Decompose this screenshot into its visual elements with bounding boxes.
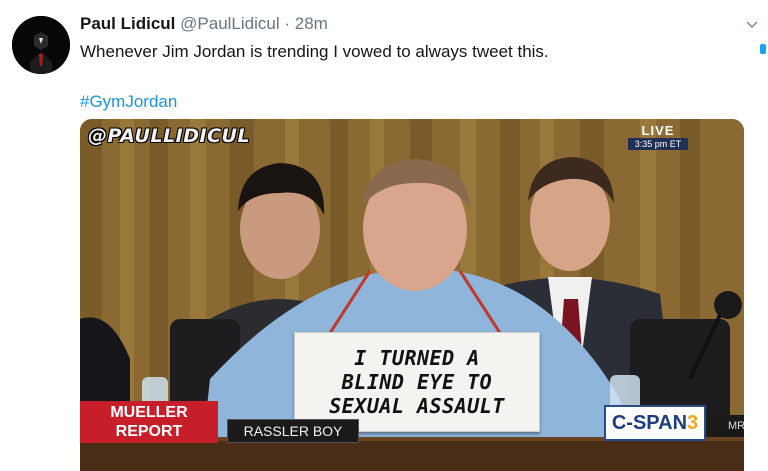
network-logo: C-SPAN 3	[604, 405, 706, 441]
tweet-timestamp[interactable]: 28m	[295, 14, 328, 33]
avatar-image	[12, 16, 70, 74]
live-label: LIVE	[641, 123, 675, 138]
avatar[interactable]	[12, 16, 70, 74]
protest-sign: I TURNED A BLIND EYE TO SEXUAL ASSAULT	[294, 332, 540, 432]
network-name: C-SPAN	[611, 411, 688, 434]
hashtag-link[interactable]: #GymJordan	[80, 92, 177, 112]
live-time: 3:35 pm ET	[628, 138, 688, 150]
tweet-header: Paul Lidicul @PaulLidicul · 28m	[80, 14, 328, 34]
scroll-indicator	[760, 44, 766, 54]
tweet[interactable]: Paul Lidicul @PaulLidicul · 28m Whenever…	[0, 0, 768, 471]
watermark: @PAULLIDICUL	[88, 125, 251, 147]
lower-third-banner: MUELLER REPORT	[80, 401, 218, 443]
cropped-nameplate: MR	[708, 415, 744, 437]
tweet-text: Whenever Jim Jordan is trending I vowed …	[80, 42, 549, 61]
live-badge: LIVE 3:35 pm ET	[628, 123, 688, 150]
sign-text: I TURNED A BLIND EYE TO SEXUAL ASSAULT	[329, 346, 505, 418]
author-name[interactable]: Paul Lidicul	[80, 14, 175, 33]
nameplate: RASSLER BOY	[227, 419, 359, 443]
tweet-media[interactable]: @PAULLIDICUL LIVE 3:35 pm ET I TURNED A …	[80, 119, 744, 471]
network-number: 3	[687, 411, 699, 434]
author-handle[interactable]: @PaulLidicul	[180, 14, 279, 33]
chevron-down-icon[interactable]	[744, 16, 760, 32]
separator: ·	[284, 14, 291, 33]
